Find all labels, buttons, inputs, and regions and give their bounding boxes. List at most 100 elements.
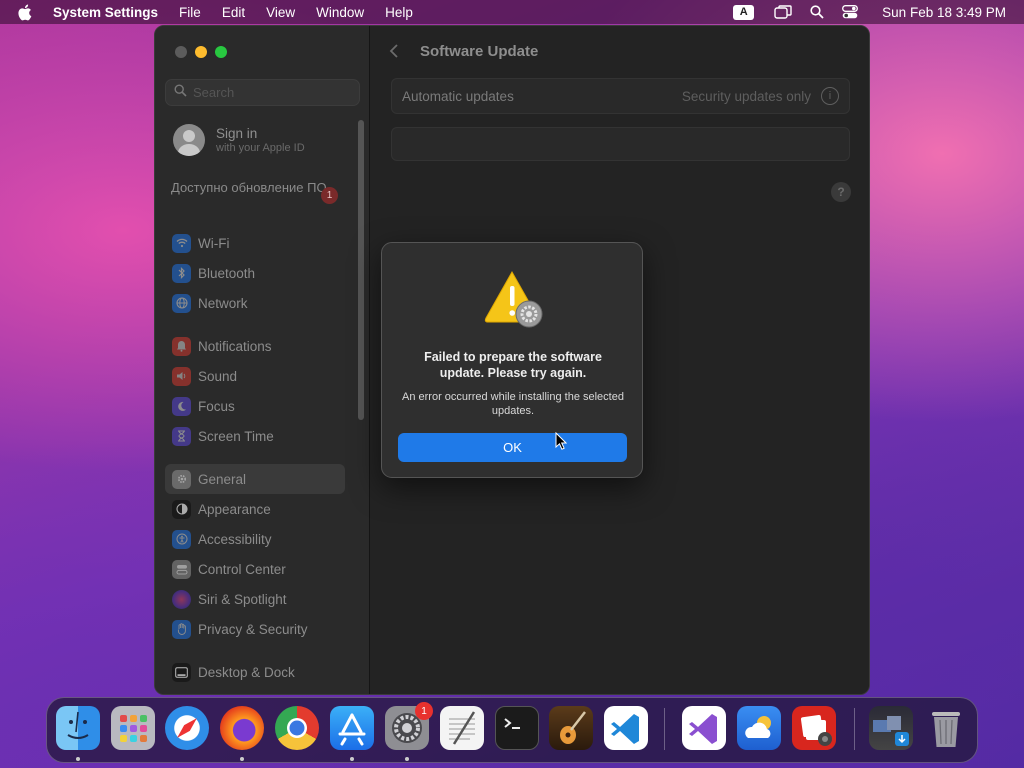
error-alert-dialog: Failed to prepare the software update. P… [381, 242, 643, 478]
search-input[interactable] [193, 85, 353, 100]
sidebar-scrollbar-thumb[interactable] [358, 120, 364, 420]
vscode-icon[interactable] [604, 706, 648, 750]
software-update-available-item[interactable]: Доступно обновление ПО [171, 180, 341, 196]
warning-icon [482, 268, 546, 328]
control-center-icon[interactable] [842, 5, 859, 19]
weather-icon[interactable] [737, 706, 781, 750]
menu-app-name[interactable]: System Settings [53, 5, 158, 20]
accessibility-icon [172, 529, 191, 549]
mouse-pointer-icon [555, 431, 568, 455]
sidebar-item-privacy-security[interactable]: Privacy & Security [165, 614, 345, 644]
ok-button[interactable]: OK [398, 433, 627, 462]
hourglass-icon [172, 426, 191, 446]
page-title: Software Update [420, 43, 539, 60]
globe-icon [172, 293, 191, 313]
menu-help[interactable]: Help [385, 5, 413, 20]
sidebar: Sign in with your Apple ID Доступно обно… [155, 26, 370, 694]
sidebar-item-control-center[interactable]: Control Center [165, 554, 345, 584]
search-field[interactable] [165, 79, 360, 106]
help-button[interactable]: ? [831, 182, 851, 202]
sidebar-item-accessibility[interactable]: Accessibility [165, 524, 345, 554]
hand-icon [172, 619, 191, 639]
sidebar-item-focus[interactable]: Focus [165, 391, 345, 421]
terminal-icon[interactable] [495, 706, 539, 750]
back-chevron-icon[interactable] [389, 43, 399, 64]
wifi-icon [172, 233, 191, 253]
dock-separator-2 [854, 708, 855, 750]
sidebar-item-label: Desktop & Dock [198, 664, 295, 680]
sidebar-group-system: General Appearance Accessibility Control… [165, 464, 345, 644]
automatic-updates-label: Automatic updates [402, 89, 514, 104]
automatic-updates-value: Security updates only [681, 89, 811, 104]
sidebar-item-label: Notifications [198, 338, 272, 354]
screen-mirroring-icon[interactable] [774, 5, 792, 19]
sidebar-item-general[interactable]: General [165, 464, 345, 494]
chrome-icon[interactable] [275, 706, 319, 750]
siri-icon [172, 589, 191, 609]
sidebar-item-network[interactable]: Network [165, 288, 345, 318]
search-icon [174, 83, 187, 102]
zoom-window-button[interactable] [215, 46, 227, 58]
sidebar-item-label: Privacy & Security [198, 621, 308, 637]
update-status-row [391, 127, 850, 161]
finder-icon[interactable] [56, 706, 100, 750]
menu-view[interactable]: View [266, 5, 295, 20]
sidebar-item-label: Control Center [198, 561, 286, 577]
downloads-stack-icon[interactable] [869, 706, 913, 750]
sidebar-item-label: Bluetooth [198, 265, 256, 281]
automatic-updates-row: Automatic updates Security updates only … [391, 78, 850, 114]
close-window-button[interactable] [175, 46, 187, 58]
menubar-clock[interactable]: Sun Feb 18 3:49 PM [882, 5, 1006, 20]
garageband-icon[interactable] [549, 706, 593, 750]
bluetooth-icon [172, 263, 191, 283]
appearance-icon [172, 499, 191, 519]
sidebar-item-label: Focus [198, 398, 235, 414]
sidebar-item-appearance[interactable]: Appearance [165, 494, 345, 524]
app-store-icon[interactable] [330, 706, 374, 750]
menu-bar: System Settings File Edit View Window He… [0, 0, 1024, 24]
sidebar-item-wifi[interactable]: Wi-Fi [165, 228, 345, 258]
safari-icon[interactable] [165, 706, 209, 750]
visual-studio-icon[interactable] [682, 706, 726, 750]
sidebar-group-attention: Notifications Sound Focus Screen Time [165, 331, 345, 451]
bell-icon [172, 336, 191, 356]
sidebar-item-label: Screen Time [198, 428, 274, 444]
sidebar-scrollbar[interactable] [358, 120, 364, 420]
launchpad-icon[interactable] [111, 706, 155, 750]
trash-icon[interactable] [924, 706, 968, 750]
finder-running-indicator [76, 757, 80, 761]
apple-menu-icon[interactable] [17, 3, 39, 21]
apple-id-sign-in[interactable]: Sign in with your Apple ID [173, 124, 305, 156]
window-controls [175, 46, 227, 58]
sidebar-item-sound[interactable]: Sound [165, 361, 345, 391]
app-store-running-indicator [350, 757, 354, 761]
input-source-icon[interactable]: A [733, 4, 755, 20]
sign-in-title: Sign in [216, 126, 258, 141]
sidebar-item-label: Siri & Spotlight [198, 591, 287, 607]
sidebar-item-desktop-dock[interactable]: Desktop & Dock [165, 657, 345, 687]
menu-edit[interactable]: Edit [222, 5, 245, 20]
minimize-window-button[interactable] [195, 46, 207, 58]
avatar [173, 124, 205, 156]
firefox-icon[interactable] [220, 706, 264, 750]
alert-message: An error occurred while installing the s… [402, 391, 624, 417]
sidebar-item-notifications[interactable]: Notifications [165, 331, 345, 361]
sidebar-item-screen-time[interactable]: Screen Time [165, 421, 345, 451]
sign-in-subtitle: with your Apple ID [216, 142, 305, 154]
sidebar-item-siri-spotlight[interactable]: Siri & Spotlight [165, 584, 345, 614]
sidebar-item-bluetooth[interactable]: Bluetooth [165, 258, 345, 288]
gear-icon [172, 469, 191, 489]
dock-icon [172, 662, 191, 682]
info-icon[interactable]: i [821, 87, 839, 105]
moon-icon [172, 396, 191, 416]
sidebar-item-label: Appearance [198, 501, 271, 517]
textedit-icon[interactable] [440, 706, 484, 750]
menu-window[interactable]: Window [316, 5, 364, 20]
system-settings-running-indicator [405, 757, 409, 761]
firefox-running-indicator [240, 757, 244, 761]
spotlight-search-icon[interactable] [810, 5, 824, 19]
menu-file[interactable]: File [179, 5, 201, 20]
sidebar-item-label: Sound [198, 368, 238, 384]
photo-booth-icon[interactable] [792, 706, 836, 750]
sidebar-item-label: Accessibility [198, 531, 272, 547]
